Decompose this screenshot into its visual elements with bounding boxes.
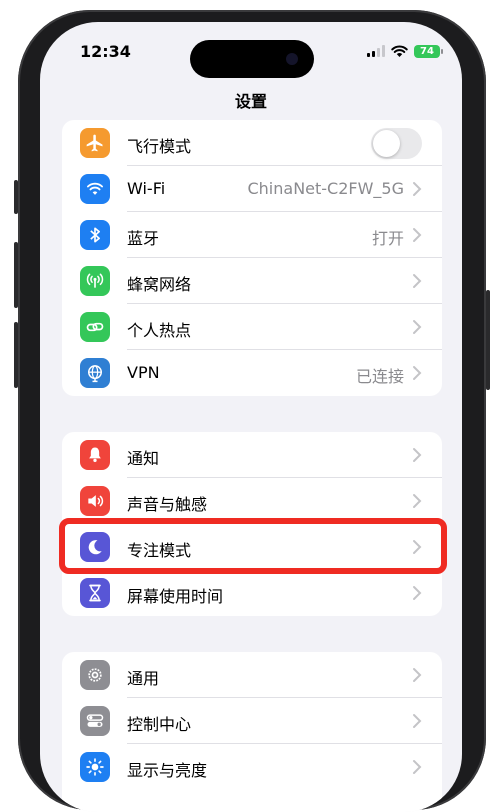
chevron-right-icon — [413, 228, 422, 242]
wifi-status-icon — [391, 45, 408, 57]
cellular-icon — [86, 273, 104, 288]
focus-mode-highlight-box — [59, 518, 447, 574]
settings-row-display-brightness[interactable]: 显示与亮度 — [62, 744, 442, 790]
power-button — [486, 290, 490, 390]
sun-icon — [86, 758, 104, 776]
dynamic-island — [190, 40, 314, 78]
row-label: 声音与触感 — [127, 495, 208, 514]
settings-row-wifi[interactable]: Wi-Fi ChinaNet-C2FW_5G — [62, 166, 442, 212]
settings-screen: 12:34 74 设置 飞行模式 Wi-Fi ChinaNet-C2FW_5G … — [40, 22, 462, 812]
settings-row-bluetooth[interactable]: 蓝牙 打开 — [62, 212, 442, 258]
hourglass-icon — [89, 584, 101, 602]
chevron-right-icon — [413, 366, 422, 380]
volume-up-button — [14, 242, 18, 308]
gear-icon — [88, 668, 102, 682]
settings-row-personal-hotspot[interactable]: 个人热点 — [62, 304, 442, 350]
volume-down-button — [14, 322, 18, 388]
airplane-mode-toggle[interactable] — [371, 128, 422, 159]
row-label: 通知 — [127, 449, 160, 468]
settings-row-notifications[interactable]: 通知 — [62, 432, 442, 478]
chevron-right-icon — [413, 494, 422, 508]
bluetooth-icon — [90, 227, 100, 243]
chevron-right-icon — [413, 182, 422, 196]
settings-row-control-center[interactable]: 控制中心 — [62, 698, 442, 744]
row-label: 控制中心 — [127, 715, 192, 734]
settings-row-general[interactable]: 通用 — [62, 652, 442, 698]
settings-row-cellular[interactable]: 蜂窝网络 — [62, 258, 442, 304]
settings-row-screen-time[interactable]: 屏幕使用时间 — [62, 570, 442, 616]
chevron-right-icon — [413, 586, 422, 600]
wifi-icon — [87, 182, 104, 195]
settings-row-vpn[interactable]: VPN 已连接 — [62, 350, 442, 396]
speaker-icon — [88, 495, 104, 507]
chevron-right-icon — [413, 448, 422, 462]
row-label: 屏幕使用时间 — [127, 587, 224, 606]
chevron-right-icon — [413, 760, 422, 774]
page-title: 设置 — [234, 92, 267, 111]
vpn-status-value: 已连接 — [355, 367, 404, 386]
row-label: 通用 — [127, 669, 160, 688]
chevron-right-icon — [413, 668, 422, 682]
action-button — [14, 180, 18, 214]
row-label: 蜂窝网络 — [127, 275, 192, 294]
connectivity-group: 飞行模式 Wi-Fi ChinaNet-C2FW_5G 蓝牙 打开 蜂窝网络 个… — [62, 120, 442, 396]
chevron-right-icon — [413, 274, 422, 288]
bluetooth-status-value: 打开 — [371, 229, 404, 248]
vpn-globe-icon — [88, 365, 102, 383]
hotspot-icon — [86, 322, 104, 332]
row-label: 飞行模式 — [127, 137, 192, 156]
chevron-right-icon — [413, 714, 422, 728]
row-label: 蓝牙 — [127, 229, 160, 248]
bell-icon — [89, 447, 101, 463]
row-label: 个人热点 — [127, 321, 192, 340]
camera-icon — [286, 53, 298, 65]
switches-icon — [86, 714, 104, 727]
row-label: 显示与亮度 — [127, 761, 208, 780]
row-label: Wi-Fi — [127, 179, 166, 198]
chevron-right-icon — [413, 320, 422, 334]
battery-icon: 74 — [414, 44, 443, 58]
signal-icon — [367, 45, 385, 57]
general-group: 通用 控制中心 显示与亮度 — [62, 652, 442, 812]
status-time: 12:34 — [80, 42, 131, 61]
row-label: VPN — [127, 363, 160, 382]
wifi-network-value: ChinaNet-C2FW_5G — [247, 179, 404, 198]
airplane-icon — [86, 134, 103, 152]
status-bar: 12:34 74 — [40, 22, 462, 84]
settings-row-airplane-mode[interactable]: 飞行模式 — [62, 120, 442, 166]
